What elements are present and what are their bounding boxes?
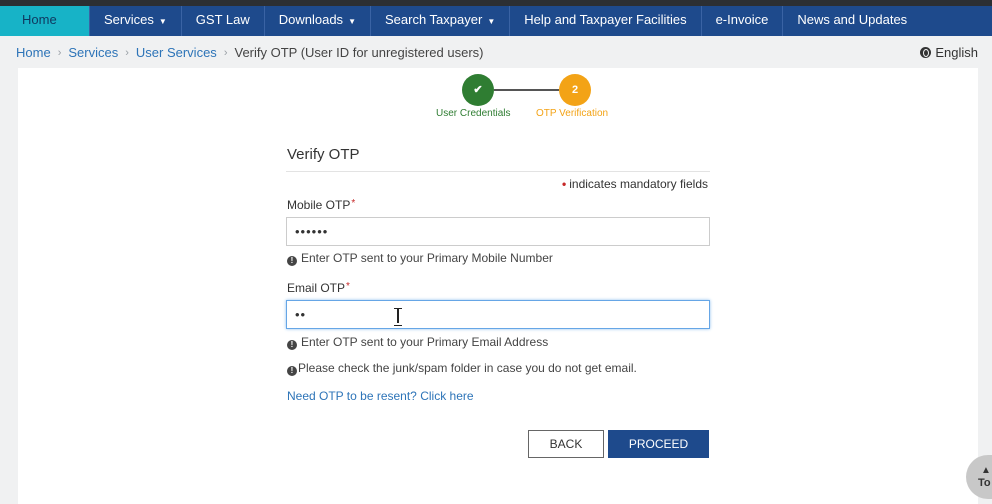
resend-otp-link[interactable]: Need OTP to be resent? Click here bbox=[287, 389, 474, 403]
email-otp-label: Email OTP* bbox=[287, 281, 350, 295]
breadcrumb: Home › Services › User Services › Verify… bbox=[16, 45, 484, 60]
form-title: Verify OTP bbox=[287, 146, 360, 163]
email-otp-label-text: Email OTP bbox=[287, 281, 346, 295]
step-2-indicator: 2 bbox=[559, 74, 591, 106]
chevron-right-icon: › bbox=[223, 46, 228, 59]
chevron-right-icon: › bbox=[57, 46, 62, 59]
breadcrumb-current: Verify OTP (User ID for unregistered use… bbox=[234, 45, 484, 60]
nav-gst-law[interactable]: GST Law bbox=[182, 6, 265, 36]
nav-e-invoice[interactable]: e-Invoice bbox=[702, 6, 784, 36]
spam-folder-hint: ! Please check the junk/spam folder in ca… bbox=[287, 361, 637, 376]
info-icon: ! bbox=[287, 340, 297, 350]
divider bbox=[286, 171, 710, 172]
nav-search-taxpayer[interactable]: Search Taxpayer ▼ bbox=[371, 6, 511, 36]
nav-search-taxpayer-label: Search Taxpayer bbox=[384, 12, 483, 27]
breadcrumb-bar: Home › Services › User Services › Verify… bbox=[0, 36, 992, 68]
caret-down-icon: ▼ bbox=[487, 17, 496, 26]
spam-folder-hint-text: Please check the junk/spam folder in cas… bbox=[298, 361, 637, 375]
main-nav: Home Services ▼ GST Law Downloads ▼ Search… bbox=[0, 6, 992, 36]
step-1-label: User Credentials bbox=[436, 108, 511, 119]
text-cursor-icon bbox=[394, 308, 402, 326]
back-button[interactable]: BACK bbox=[528, 430, 604, 458]
info-icon: ! bbox=[287, 366, 297, 376]
mandatory-note-text: indicates mandatory fields bbox=[569, 177, 708, 191]
nav-gst-law-label: GST Law bbox=[195, 12, 250, 27]
mandatory-note: • indicates mandatory fields bbox=[562, 177, 708, 191]
info-icon: ! bbox=[287, 256, 297, 266]
back-to-top-label: To bbox=[978, 477, 991, 489]
language-label: English bbox=[935, 45, 978, 60]
proceed-button[interactable]: PROCEED bbox=[608, 430, 709, 458]
mobile-otp-input[interactable] bbox=[286, 217, 710, 246]
mobile-otp-hint: ! Enter OTP sent to your Primary Mobile N… bbox=[287, 251, 553, 266]
breadcrumb-services[interactable]: Services bbox=[68, 45, 118, 60]
nav-downloads[interactable]: Downloads ▼ bbox=[265, 6, 371, 36]
breadcrumb-home[interactable]: Home bbox=[16, 45, 51, 60]
required-star-icon: * bbox=[346, 281, 350, 292]
nav-home-label: Home bbox=[22, 12, 57, 27]
nav-services[interactable]: Services ▼ bbox=[90, 6, 182, 36]
caret-down-icon: ▼ bbox=[158, 17, 167, 26]
mobile-otp-label-text: Mobile OTP bbox=[287, 198, 351, 212]
nav-help-label: Help and Taxpayer Facilities bbox=[524, 12, 687, 27]
required-star-icon: * bbox=[351, 198, 356, 209]
nav-help[interactable]: Help and Taxpayer Facilities bbox=[510, 6, 702, 36]
email-otp-hint-text: Enter OTP sent to your Primary Email Add… bbox=[301, 335, 549, 349]
progress-stepper: ✔ 2 User Credentials OTP Verification bbox=[18, 68, 978, 128]
breadcrumb-user-services[interactable]: User Services bbox=[136, 45, 217, 60]
required-dot-icon: • bbox=[562, 177, 567, 191]
mobile-otp-hint-text: Enter OTP sent to your Primary Mobile Nu… bbox=[301, 251, 553, 265]
nav-home[interactable]: Home bbox=[0, 6, 90, 36]
nav-news-label: News and Updates bbox=[797, 12, 908, 27]
email-otp-hint: ! Enter OTP sent to your Primary Email Ad… bbox=[287, 335, 548, 350]
arrow-up-icon: ▲ bbox=[981, 465, 991, 476]
chevron-right-icon: › bbox=[125, 46, 129, 59]
nav-downloads-label: Downloads bbox=[278, 12, 344, 27]
nav-e-invoice-label: e-Invoice bbox=[715, 12, 769, 27]
nav-services-label: Services bbox=[104, 12, 154, 27]
caret-down-icon: ▼ bbox=[348, 17, 356, 26]
mobile-otp-label: Mobile OTP* bbox=[287, 198, 355, 212]
stepper-connector bbox=[494, 89, 559, 91]
step-1-check-icon: ✔ bbox=[462, 74, 494, 106]
nav-news[interactable]: News and Updates bbox=[783, 6, 921, 36]
language-selector[interactable]: English bbox=[920, 45, 978, 60]
step-2-label: OTP Verification bbox=[536, 108, 609, 119]
globe-icon bbox=[920, 47, 932, 58]
email-otp-input[interactable] bbox=[286, 300, 710, 329]
main-panel: ✔ 2 User Credentials OTP Verification Ve… bbox=[18, 68, 978, 504]
